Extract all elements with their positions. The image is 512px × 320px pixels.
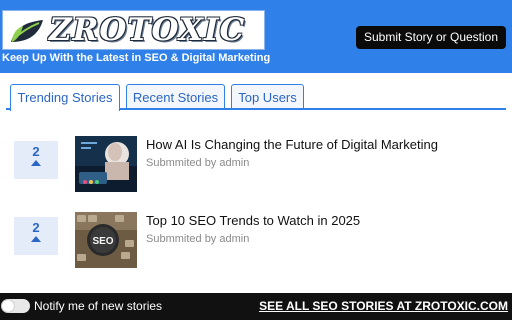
- submit-story-button[interactable]: Submit Story or Question: [356, 26, 506, 49]
- header-bar: ZROTOXIC Keep Up With the Latest in SEO …: [0, 0, 512, 73]
- see-all-stories-link[interactable]: SEE ALL SEO STORIES AT ZROTOXIC.COM: [259, 299, 508, 313]
- ai-marketing-image[interactable]: [75, 136, 137, 192]
- site-tagline: Keep Up With the Latest in SEO & Digital…: [2, 52, 271, 64]
- vote-count: 2: [32, 144, 40, 159]
- notify-label: Notify me of new stories: [34, 299, 163, 313]
- svg-text:SEO: SEO: [92, 236, 113, 247]
- story-meta: Submmited by admin: [146, 157, 250, 169]
- leaf-icon: [11, 20, 43, 42]
- story-meta: Submmited by admin: [146, 233, 250, 245]
- site-logo[interactable]: ZROTOXIC: [2, 10, 265, 50]
- upvote-button[interactable]: 2: [14, 217, 58, 255]
- story-title[interactable]: How AI Is Changing the Future of Digital…: [146, 137, 438, 152]
- upvote-arrow-icon: [31, 236, 41, 242]
- seo-keyboard-image[interactable]: SEO: [75, 212, 137, 268]
- footer-bar: Notify me of new stories SEE ALL SEO STO…: [0, 293, 512, 320]
- logo-text: ZROTOXIC: [49, 12, 246, 48]
- tab-trending-stories[interactable]: Trending Stories: [10, 84, 120, 111]
- story-item: 2 How AI Is Changing the Future of Digit…: [0, 136, 512, 192]
- story-item: 2 SEO Top 10 SEO Trends to Watch in 2025…: [0, 212, 512, 268]
- tab-top-users[interactable]: Top Users: [231, 84, 304, 110]
- story-title[interactable]: Top 10 SEO Trends to Watch in 2025: [146, 213, 360, 228]
- toggle-knob: [2, 300, 14, 312]
- upvote-arrow-icon: [31, 160, 41, 166]
- upvote-button[interactable]: 2: [14, 141, 58, 179]
- vote-count: 2: [32, 220, 40, 235]
- notify-toggle[interactable]: [1, 299, 30, 313]
- tab-recent-stories[interactable]: Recent Stories: [126, 84, 225, 110]
